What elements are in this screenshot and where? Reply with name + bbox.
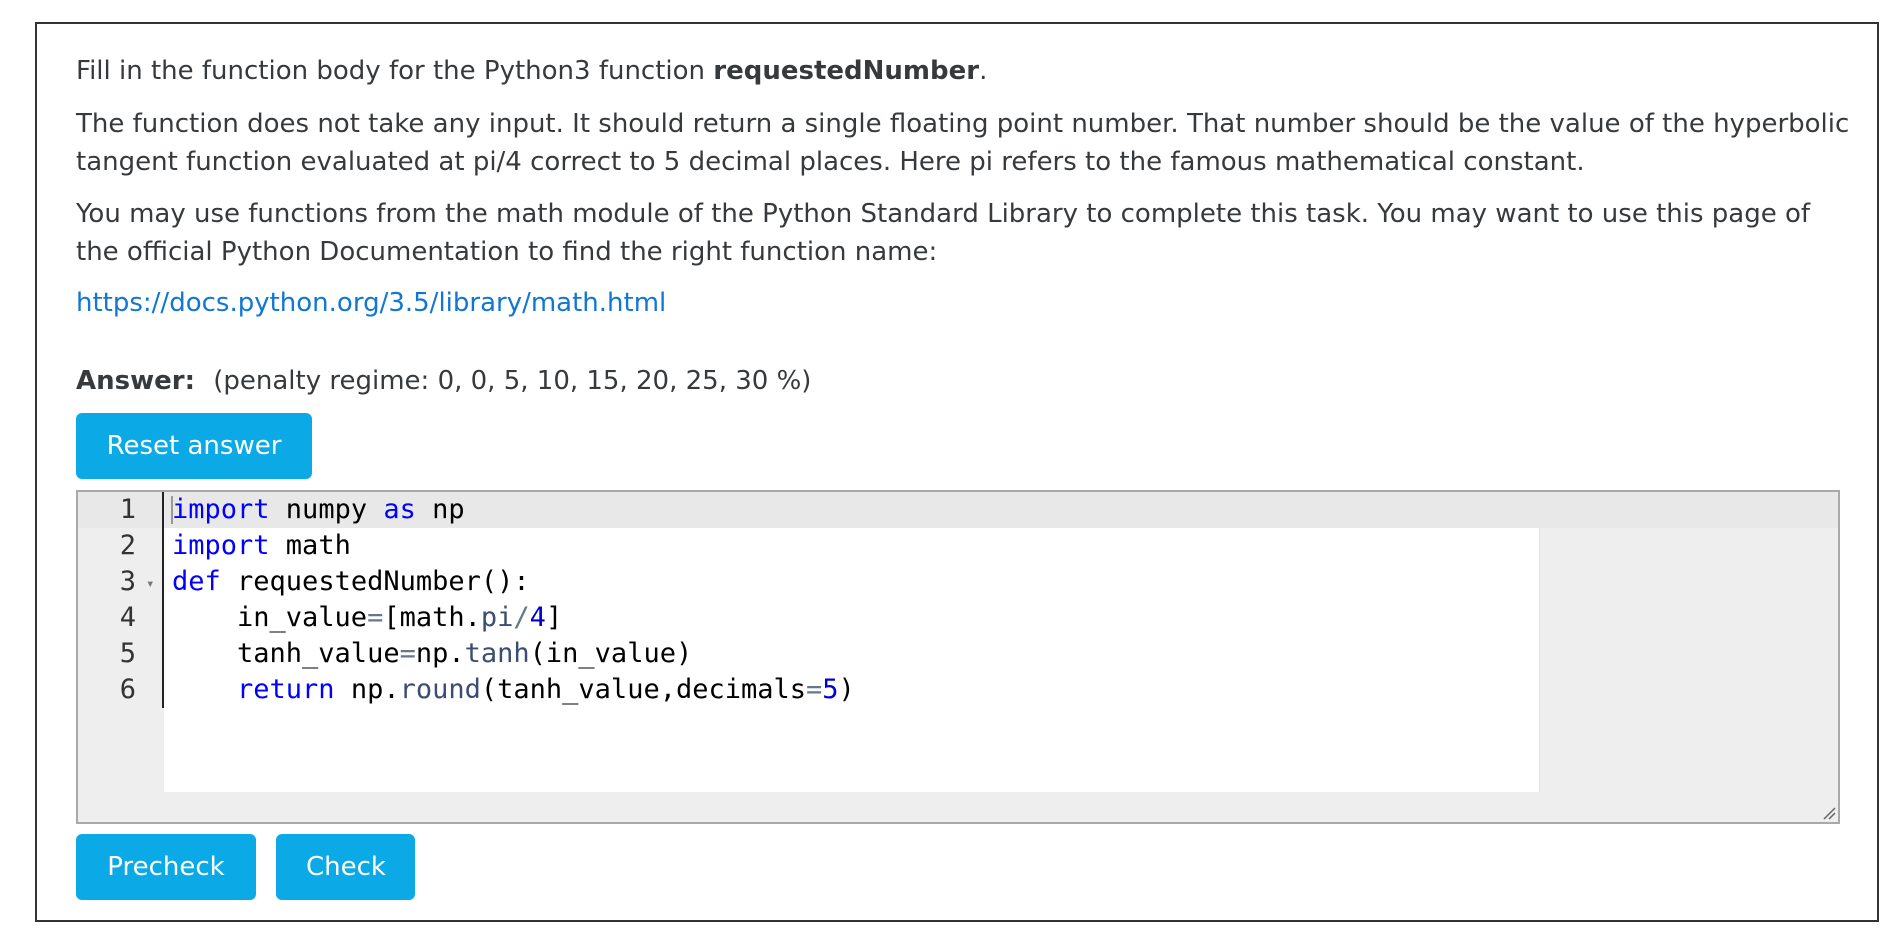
code-token: ) — [838, 674, 855, 705]
keyword-token: import — [172, 530, 270, 561]
fold-toggle-icon[interactable]: ▾ — [146, 566, 154, 602]
line-number: 4 — [119, 602, 136, 633]
code-token: [math. — [383, 602, 481, 633]
code-line-1[interactable]: 1 import numpy as np — [78, 492, 1838, 528]
python-docs-link[interactable]: https://docs.python.org/3.5/library/math… — [76, 288, 666, 318]
keyword-token: def — [172, 566, 221, 597]
text-cursor — [171, 496, 173, 524]
function-token: tanh — [464, 638, 530, 669]
answer-line: Answer: (penalty regime: 0, 0, 5, 10, 15… — [76, 362, 811, 400]
code-line-6[interactable]: 6 return np.round(tanh_value,decimals=5) — [78, 672, 1838, 708]
line-number: 3 — [119, 566, 136, 597]
code-editor[interactable]: 1 import numpy as np 2 import math 3 ▾ d… — [76, 490, 1840, 824]
number-token: 5 — [822, 674, 839, 705]
line-number: 1 — [119, 494, 136, 525]
line-number: 2 — [119, 530, 136, 561]
code-token: tanh_value — [172, 638, 400, 669]
code-token: requestedNumber(): — [220, 566, 530, 597]
precheck-button[interactable]: Precheck — [76, 834, 256, 900]
operator-token: = — [806, 674, 823, 705]
keyword-token: as — [383, 494, 416, 525]
code-token: ] — [545, 602, 563, 633]
code-token: (in_value) — [529, 638, 693, 669]
code-token: np. — [334, 674, 400, 705]
operator-token: = — [367, 602, 384, 633]
code-token: in_value — [172, 602, 368, 633]
check-button[interactable]: Check — [276, 834, 415, 900]
answer-label: Answer: — [76, 366, 195, 396]
resize-handle-icon[interactable] — [1822, 806, 1836, 820]
constant-token: pi — [480, 602, 514, 633]
code-text[interactable]: return np.round(tanh_value,decimals=5) — [172, 672, 855, 708]
keyword-token: return — [237, 674, 335, 705]
operator-token: = — [399, 638, 416, 669]
code-text[interactable]: in_value=[math.pi/4] — [172, 600, 562, 636]
reset-answer-button[interactable]: Reset answer — [76, 413, 312, 479]
line-number: 6 — [119, 674, 136, 705]
intro-suffix: . — [979, 56, 988, 86]
library-note: You may use functions from the math modu… — [76, 199, 1811, 267]
code-token: (tanh_value,decimals — [480, 674, 806, 705]
code-token: numpy — [269, 494, 384, 525]
doc-link-paragraph: https://docs.python.org/3.5/library/math… — [76, 284, 666, 322]
line-number: 5 — [119, 638, 136, 669]
code-token: math — [269, 530, 351, 561]
code-text[interactable]: import numpy as np — [172, 492, 465, 528]
intro-prefix: Fill in the function body for the Python… — [76, 56, 714, 86]
question-box: Fill in the function body for the Python… — [35, 22, 1879, 922]
function-token: round — [399, 674, 481, 705]
penalty-regime: (penalty regime: 0, 0, 5, 10, 15, 20, 25… — [213, 366, 812, 396]
question-intro: Fill in the function body for the Python… — [76, 52, 987, 90]
operator-token: / — [513, 602, 530, 633]
code-line-5[interactable]: 5 tanh_value=np.tanh(in_value) — [78, 636, 1838, 672]
code-text[interactable]: def requestedNumber(): — [172, 564, 530, 600]
keyword-token: import — [172, 494, 270, 525]
function-name: requestedNumber — [713, 56, 980, 86]
code-token: np — [415, 494, 465, 525]
code-text[interactable]: import math — [172, 528, 351, 564]
code-token: np. — [415, 638, 465, 669]
code-line-4[interactable]: 4 in_value=[math.pi/4] — [78, 600, 1838, 636]
question-description: The function does not take any input. It… — [76, 109, 1850, 177]
code-text[interactable]: tanh_value=np.tanh(in_value) — [172, 636, 692, 672]
number-token: 4 — [529, 602, 546, 633]
code-line-3[interactable]: 3 ▾ def requestedNumber(): — [78, 564, 1838, 602]
code-line-2[interactable]: 2 import math — [78, 528, 1838, 564]
